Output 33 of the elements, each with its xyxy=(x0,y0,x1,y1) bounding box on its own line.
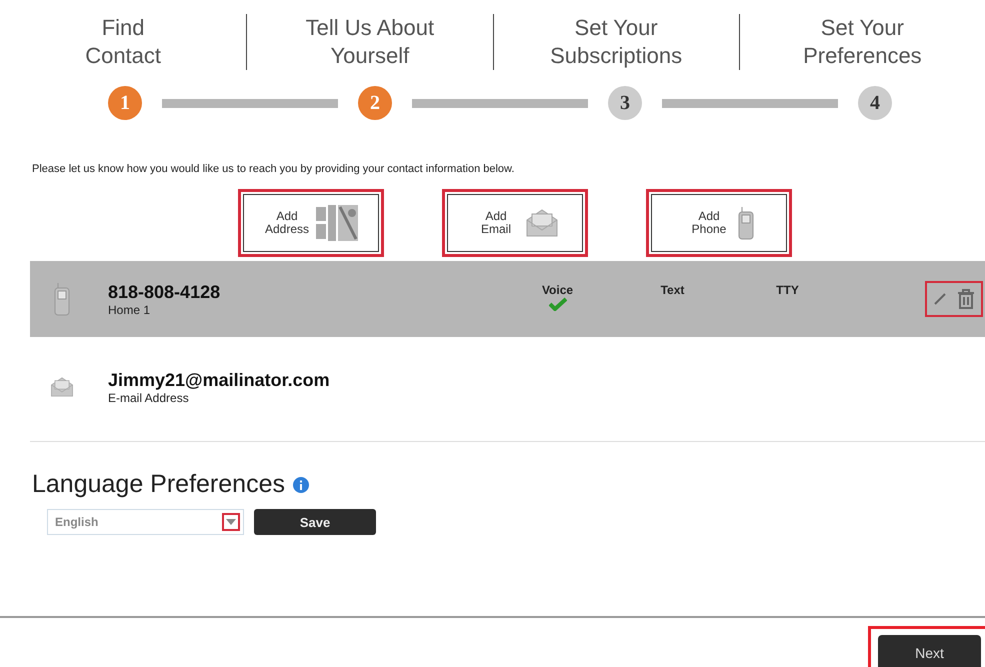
contact-value: 818-808-4128 xyxy=(108,282,222,302)
step-number: 1 xyxy=(108,86,142,120)
language-dropdown[interactable]: English xyxy=(47,509,244,535)
contact-value: Jimmy21@mailinator.com xyxy=(108,370,331,390)
step-number: 3 xyxy=(608,86,642,120)
save-button[interactable]: Save xyxy=(254,509,376,535)
step-number: 4 xyxy=(858,86,892,120)
pencil-icon[interactable] xyxy=(933,292,947,306)
step-number: 2 xyxy=(358,86,392,120)
mobile-phone-icon xyxy=(738,206,754,240)
trash-icon[interactable] xyxy=(957,289,975,309)
add-contact-button[interactable]: Add Phone xyxy=(646,189,792,257)
step-label: Set Your Subscriptions xyxy=(492,14,739,70)
contact-type: E-mail Address xyxy=(108,390,190,404)
contact-row[interactable]: 818-808-4128 Home 1 Voice Text TTY xyxy=(30,261,985,337)
channel-label: TTY xyxy=(776,283,799,297)
info-icon[interactable] xyxy=(292,476,309,492)
section-heading: Language Preferences xyxy=(32,470,285,499)
step-label: Set Your Preferences xyxy=(738,14,985,70)
channel-label: Text xyxy=(660,283,684,297)
add-contact-button[interactable]: Add Email xyxy=(442,189,588,257)
map-icon xyxy=(316,203,360,243)
step-label: Tell Us About Yourself xyxy=(246,14,492,70)
dropdown-value: English xyxy=(55,515,98,529)
envelope-icon xyxy=(525,208,559,238)
add-contact-button[interactable]: Add Address xyxy=(238,189,384,257)
contact-row[interactable]: Jimmy21@mailinator.com E-mail Address xyxy=(30,349,985,425)
contact-type: Home 1 xyxy=(108,302,152,316)
channel-label: Voice xyxy=(542,283,574,297)
mobile-phone-icon xyxy=(54,282,70,316)
next-button[interactable]: Next xyxy=(878,635,981,667)
intro-text: Please let us know how you would like us to reach you by providing your contact information below. xyxy=(32,163,516,175)
step-label: Find Contact xyxy=(84,14,162,70)
